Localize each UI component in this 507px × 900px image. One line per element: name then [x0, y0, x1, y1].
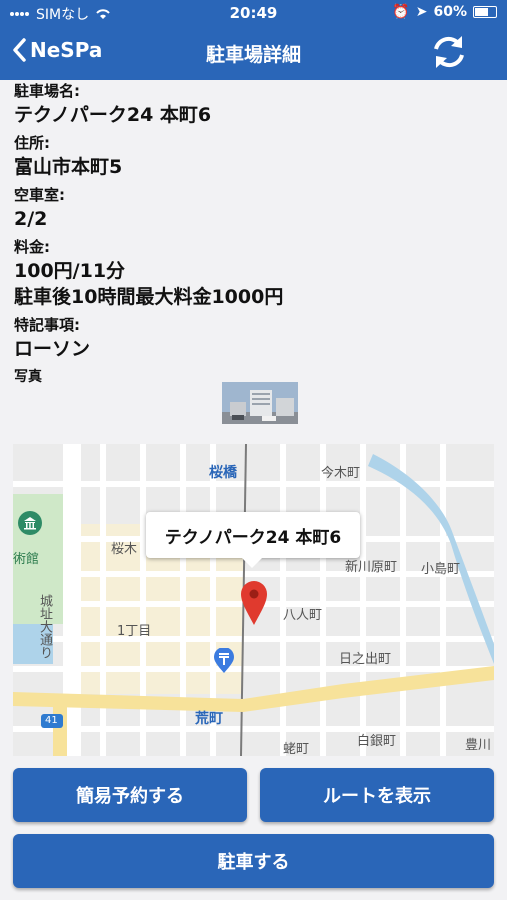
location-icon: ➤: [415, 4, 428, 20]
map-label-route: 41: [45, 715, 58, 726]
battery-text: 60%: [433, 4, 467, 20]
address-value: 富山市本町5: [14, 156, 123, 178]
vacancy-label: 空車室:: [14, 186, 65, 204]
fee-label: 料金:: [14, 238, 50, 256]
nav-bar: NeSPa 駐車場詳細: [0, 26, 507, 80]
map-label-imaki: 今木町: [321, 466, 361, 481]
vacancy-value: 2/2: [14, 208, 48, 230]
map-label-tsurugi: 蛯町: [283, 742, 310, 756]
battery-icon: [473, 6, 497, 18]
name-label: 駐車場名:: [14, 82, 80, 100]
alarm-icon: ⏰: [392, 4, 410, 20]
map-label-shinkawara: 新川原町: [345, 560, 398, 575]
map-label-kojima: 小島町: [421, 562, 461, 577]
status-bar: SIMなし 20:49 ⏰ ➤ 60%: [0, 0, 507, 26]
museum-icon: [18, 511, 42, 535]
post-office-icon: [214, 648, 234, 673]
map-label-museum: 術館: [13, 552, 40, 567]
fee-value-1: 100円/11分: [14, 260, 126, 282]
notes-value: ローソン: [14, 338, 91, 360]
reserve-button[interactable]: 簡易予約する: [13, 768, 247, 822]
map-pin-icon[interactable]: [240, 580, 268, 626]
map-label-hinode: 日之出町: [339, 652, 392, 667]
map-label-arakawa: 荒町: [195, 711, 223, 727]
map-label-hachinin: 八人町: [283, 608, 323, 623]
map-label-toyokawa: 豊川: [465, 738, 492, 753]
fee-value-2: 駐車後10時間最大料金1000円: [14, 286, 284, 308]
map-label-sakuragi: 桜木: [111, 542, 138, 557]
address-label: 住所:: [14, 134, 50, 152]
parking-photo[interactable]: [222, 382, 298, 424]
notes-label: 特記事項:: [14, 316, 80, 334]
park-button[interactable]: 駐車する: [13, 834, 494, 888]
map-label-itchome: 1丁目: [117, 624, 152, 639]
name-value: テクノパーク24 本町6: [14, 104, 212, 126]
map-label-shirogane: 白銀町: [357, 734, 397, 749]
map-label-street: 城址大通り: [37, 594, 52, 659]
parking-details: 駐車場名: テクノパーク24 本町6 住所: 富山市本町5 空車室: 2/2 料…: [14, 80, 494, 388]
route-button[interactable]: ルートを表示: [260, 768, 494, 822]
map-label-sakurabashi: 桜橋: [209, 465, 237, 481]
refresh-icon[interactable]: [429, 32, 469, 72]
status-right: ⏰ ➤ 60%: [392, 4, 497, 20]
map-callout[interactable]: テクノパーク24 本町6: [146, 512, 360, 568]
